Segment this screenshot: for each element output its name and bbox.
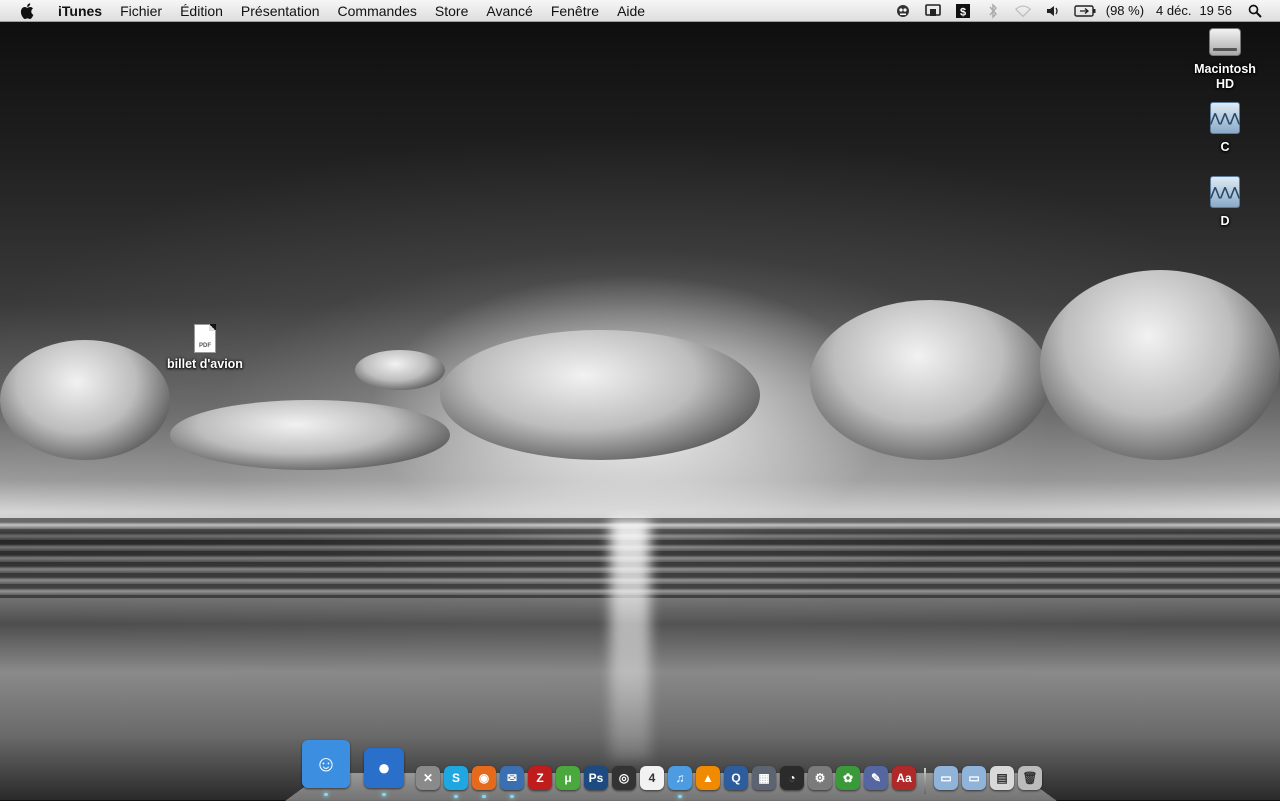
cloud (0, 340, 170, 460)
plant-app-icon[interactable]: ✿ (836, 766, 860, 790)
menu-app-name[interactable]: iTunes (50, 0, 111, 22)
desktop-icon-label: C (1220, 140, 1230, 154)
bluetooth-icon[interactable] (984, 2, 1002, 19)
menu-avance[interactable]: Avancé (477, 0, 541, 22)
hard-drive-icon (1209, 28, 1241, 56)
utility-icon[interactable]: ✕ (416, 766, 440, 790)
documents-stack-icon[interactable]: ▭ (962, 766, 986, 790)
calendar-icon[interactable]: 4 (640, 766, 664, 790)
menu-aide[interactable]: Aide (608, 0, 654, 22)
menu-presentation[interactable]: Présentation (232, 0, 329, 22)
clock-time[interactable]: 19 56 (1199, 3, 1232, 18)
exposé-icon[interactable]: ▦ (752, 766, 776, 790)
desktop-icon-pdf[interactable]: PDF billet d'avion (160, 324, 250, 371)
script-icon[interactable]: $ (954, 3, 972, 19)
cloud (1040, 270, 1280, 460)
apple-logo-icon[interactable] (18, 2, 36, 20)
cloud (355, 350, 445, 390)
menu-bar: iTunes Fichier Édition Présentation Comm… (0, 0, 1280, 22)
desktop-icon-macintosh-hd[interactable]: Macintosh HD (1185, 28, 1265, 92)
firefox-icon[interactable]: ◉ (472, 766, 496, 798)
filezilla-icon[interactable]: Z (528, 766, 552, 790)
running-indicator (454, 795, 458, 798)
menu-fichier[interactable]: Fichier (111, 0, 171, 22)
desktop-icon-label: D (1220, 214, 1230, 228)
desktop-icon-label: billet d'avion (167, 357, 243, 371)
running-indicator (678, 795, 682, 798)
downloads-stack-icon[interactable]: ▤ (990, 766, 1014, 790)
dvd-player-icon[interactable]: ◎ (612, 766, 636, 790)
pdf-file-icon: PDF (194, 324, 216, 353)
desktop-icon-volume-c[interactable]: ⋀⋀⋀ C (1195, 102, 1255, 154)
sun-reflection (610, 520, 650, 760)
clock-date[interactable]: 4 déc. (1156, 3, 1191, 18)
desktop-icon-label: Macintosh HD (1194, 62, 1256, 91)
system-preferences-icon[interactable]: ⚙ (808, 766, 832, 790)
battery-percent[interactable]: (98 %) (1106, 3, 1144, 18)
desktop-icon-volume-d[interactable]: ⋀⋀⋀ D (1195, 176, 1255, 228)
running-indicator (324, 793, 328, 796)
trash-icon[interactable]: 🗑 (1018, 766, 1042, 790)
growl-icon[interactable] (894, 3, 912, 19)
skype-icon[interactable]: S (444, 766, 468, 798)
photoshop-icon[interactable]: Ps (584, 766, 608, 790)
pdf-badge: PDF (199, 343, 211, 349)
running-indicator (510, 795, 514, 798)
itunes-icon[interactable]: ♫ (668, 766, 692, 798)
utorrent-icon[interactable]: μ (556, 766, 580, 790)
dock: ☺ ● ✕ S ◉ ✉ Zμ Ps ◎ 4 ♫ ▲ Q ▦ ◔ ⚙ ✿ ✎ Aa ▭ ▭ ▤ 🗑 (300, 738, 1044, 798)
airplay-icon[interactable] (924, 3, 942, 19)
running-indicator (382, 793, 386, 796)
vlc-icon[interactable]: ▲ (696, 766, 720, 790)
status-area: $ (98 %) 4 déc. 19 56 (888, 0, 1280, 22)
network-volume-icon: ⋀⋀⋀ (1210, 102, 1240, 134)
network-volume-icon: ⋀⋀⋀ (1210, 176, 1240, 208)
applications-stack-icon[interactable]: ▭ (934, 766, 958, 790)
quicktime-icon[interactable]: Q (724, 766, 748, 790)
spotlight-icon[interactable] (1246, 3, 1264, 19)
adium-icon[interactable]: ● (364, 748, 404, 796)
dashboard-icon[interactable]: ◔ (780, 766, 804, 790)
dictionary-icon[interactable]: Aa (892, 766, 916, 790)
cloud (440, 330, 760, 460)
menu-fenetre[interactable]: Fenêtre (542, 0, 608, 22)
wifi-icon[interactable] (1014, 3, 1032, 19)
cloud (170, 400, 450, 470)
volume-icon[interactable] (1044, 3, 1062, 19)
cloud (810, 300, 1050, 460)
dock-separator (924, 768, 926, 794)
menu-store[interactable]: Store (426, 0, 477, 22)
battery-icon[interactable] (1074, 3, 1096, 19)
menu-commandes[interactable]: Commandes (329, 0, 426, 22)
script-editor-icon[interactable]: ✎ (864, 766, 888, 790)
svg-text:$: $ (960, 6, 966, 18)
running-indicator (482, 795, 486, 798)
menu-edition[interactable]: Édition (171, 0, 232, 22)
thunderbird-icon[interactable]: ✉ (500, 766, 524, 798)
finder-icon[interactable]: ☺ (302, 740, 350, 796)
